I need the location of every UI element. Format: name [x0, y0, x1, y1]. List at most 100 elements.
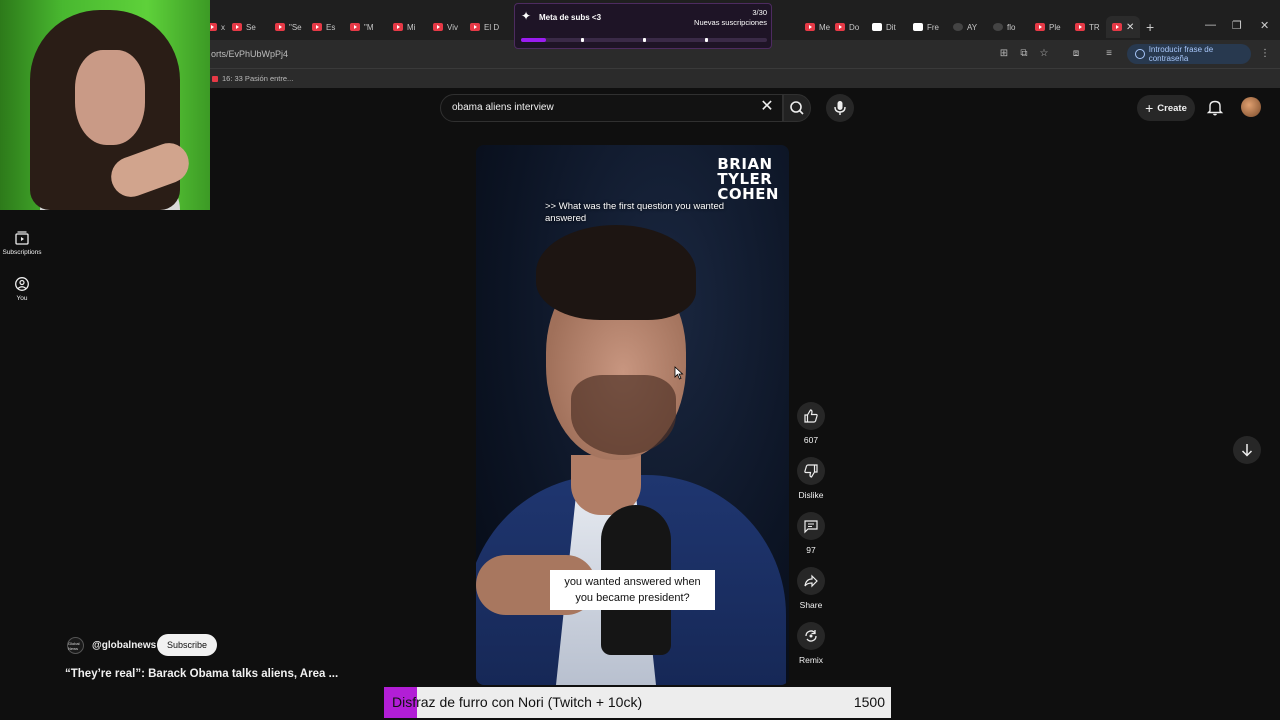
- like-button[interactable]: 607: [793, 402, 829, 445]
- browser-tab[interactable]: Es: [312, 18, 335, 36]
- tab-label: AY: [967, 22, 978, 32]
- minimize-button[interactable]: —: [1205, 19, 1216, 31]
- browser-tab[interactable]: Dit: [872, 18, 896, 36]
- browser-tab[interactable]: Me: [805, 18, 830, 36]
- search-button[interactable]: [783, 94, 811, 122]
- search-icon: [790, 101, 804, 115]
- browser-tab[interactable]: Fre: [913, 18, 939, 36]
- new-tab-button[interactable]: +: [1146, 19, 1154, 35]
- sidebar-item-label: You: [16, 295, 28, 302]
- clear-search-icon[interactable]: ✕: [757, 97, 777, 117]
- close-window-button[interactable]: ✕: [1260, 19, 1269, 32]
- youtube-icon: [1112, 23, 1122, 31]
- logo-line: COHEN: [717, 185, 779, 203]
- browser-tab[interactable]: "M: [350, 18, 374, 36]
- youtube-icon: [1035, 23, 1045, 31]
- browser-menu-icon[interactable]: ⋮: [1258, 47, 1272, 61]
- youtube-icon: [470, 23, 480, 31]
- subscribe-button[interactable]: Subscribe: [157, 634, 217, 656]
- search-box[interactable]: [440, 94, 783, 122]
- tab-label: "M: [364, 22, 374, 32]
- like-count: 607: [803, 435, 819, 445]
- share-icon: [804, 574, 818, 588]
- youtube-icon: [805, 23, 815, 31]
- tab-label: Viv: [447, 22, 458, 32]
- bookmark-item[interactable]: 16: 33 Pasión entre...: [212, 74, 293, 83]
- create-button[interactable]: + Create: [1137, 95, 1195, 121]
- sub-goal-progress-fill: [521, 38, 546, 42]
- short-video-player[interactable]: BRIAN TYLER COHEN >> What was the first …: [476, 145, 789, 685]
- progress-marker: [581, 38, 584, 42]
- microphone-icon: [834, 101, 846, 115]
- search-input[interactable]: [452, 102, 752, 113]
- channel-avatar[interactable]: Global News: [67, 637, 84, 654]
- browser-tab-active[interactable]: ✕: [1106, 16, 1141, 38]
- remix-icon: [805, 630, 817, 642]
- channel-handle[interactable]: @globalnews: [92, 640, 156, 651]
- browser-tab[interactable]: AY: [953, 18, 977, 36]
- next-video-button[interactable]: [1233, 436, 1261, 464]
- comment-icon: [804, 520, 818, 534]
- browser-tab[interactable]: Ple: [1035, 18, 1061, 36]
- close-tab-icon[interactable]: ✕: [1126, 22, 1134, 33]
- share-button[interactable]: Share: [793, 567, 829, 610]
- you-icon: [15, 277, 29, 291]
- account-avatar[interactable]: [1241, 97, 1261, 117]
- share-label: Share: [799, 600, 823, 610]
- bell-icon: [1206, 100, 1224, 116]
- browser-tab[interactable]: flo: [993, 18, 1015, 36]
- password-button[interactable]: Introducir frase de contraseña: [1127, 44, 1251, 64]
- bookmark-label: 16: 33 Pasión entre...: [222, 74, 294, 83]
- install-icon[interactable]: ⧉: [1017, 47, 1031, 61]
- browser-tab[interactable]: Mi: [393, 18, 415, 36]
- video-frame-hair: [536, 225, 696, 320]
- video-caption: you wanted answered when you became pres…: [550, 570, 715, 610]
- dislike-button[interactable]: Dislike: [793, 457, 829, 500]
- browser-tab[interactable]: Do: [835, 18, 859, 36]
- url-field[interactable]: orts/EvPhUbWpPj4: [211, 49, 288, 59]
- browser-tab[interactable]: "Se: [275, 18, 302, 36]
- tab-label: Se: [246, 22, 256, 32]
- bookmark-star-icon[interactable]: ☆: [1037, 47, 1051, 61]
- arrow-down-icon: [1241, 444, 1253, 457]
- media-control-icon[interactable]: ≡: [1102, 47, 1116, 61]
- translate-icon[interactable]: ⊞: [997, 47, 1011, 61]
- browser-tab[interactable]: Viv: [433, 18, 458, 36]
- thumbs-down-icon: [804, 464, 818, 478]
- sub-goal-title: Meta de subs <3: [539, 13, 602, 22]
- tab-label: El D: [484, 22, 500, 32]
- password-button-label: Introducir frase de contraseña: [1148, 45, 1214, 63]
- video-title[interactable]: “They’re real”: Barack Obama talks alien…: [65, 668, 338, 680]
- sidebar-item-subscriptions[interactable]: Subscriptions: [0, 230, 44, 256]
- star-icon: ✦: [521, 9, 532, 23]
- comments-button[interactable]: 97: [793, 512, 829, 555]
- comment-count: 97: [806, 545, 816, 555]
- youtube-icon: [212, 75, 218, 82]
- create-label: Create: [1157, 102, 1187, 114]
- channel-logo-overlay: BRIAN TYLER COHEN: [717, 157, 779, 202]
- browser-tab[interactable]: Se: [232, 18, 256, 36]
- sidebar-item-you[interactable]: You: [0, 276, 44, 302]
- tab-label: Do: [849, 22, 860, 32]
- extensions-icon[interactable]: ⧈: [1069, 47, 1083, 61]
- remix-label: Remix: [798, 655, 824, 665]
- youtube-icon: [393, 23, 403, 31]
- page-icon: [872, 23, 882, 31]
- restore-button[interactable]: ❐: [1232, 19, 1242, 32]
- browser-tab[interactable]: TR: [1075, 18, 1100, 36]
- globe-icon: [953, 23, 963, 31]
- tab-label: "Se: [289, 22, 302, 32]
- sidebar-item-label: Subscriptions: [2, 249, 42, 256]
- youtube-icon: [275, 23, 285, 31]
- remix-button[interactable]: Remix: [793, 622, 829, 665]
- youtube-icon: [1075, 23, 1085, 31]
- youtube-icon: [433, 23, 443, 31]
- browser-tab[interactable]: El D: [470, 18, 499, 36]
- voice-search-button[interactable]: [826, 94, 854, 122]
- youtube-icon: [312, 23, 322, 31]
- stream-goal-bar: Disfraz de furro con Nori (Twitch + 10ck…: [384, 687, 891, 718]
- stream-goal-value: 1500: [853, 694, 885, 710]
- notifications-button[interactable]: [1205, 97, 1225, 117]
- tab-label: Me: [819, 22, 831, 32]
- caption-line: you became president?: [575, 592, 690, 604]
